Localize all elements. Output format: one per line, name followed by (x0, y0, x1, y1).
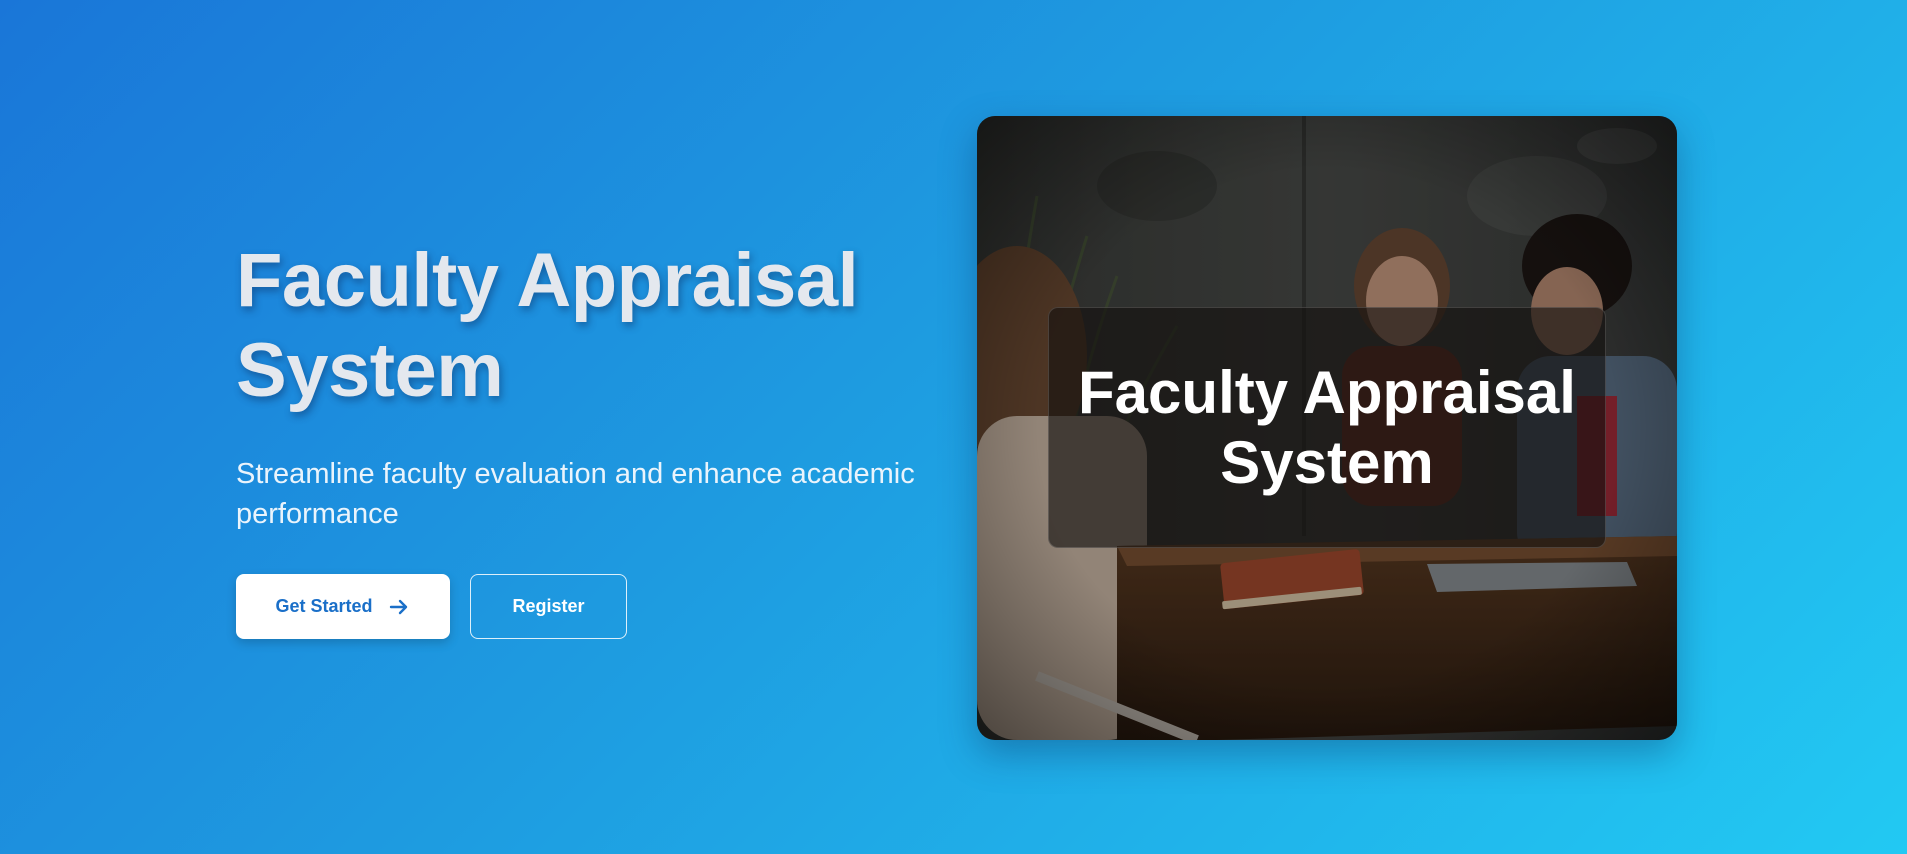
overlay-title-line1: Faculty Appraisal (1078, 358, 1576, 426)
hero-image-card: Faculty Appraisal System (977, 116, 1677, 740)
page-title-line2: System (236, 328, 504, 413)
overlay-title-line2: System (1220, 428, 1434, 496)
page-subtitle-line2: performance (236, 498, 399, 530)
overlay-title: Faculty Appraisal System (1078, 358, 1576, 498)
hero-buttons: Get Started Register (236, 574, 956, 639)
hero-section: Faculty Appraisal System Streamline facu… (236, 236, 956, 639)
page-subtitle-line1: Streamline faculty evaluation and enhanc… (236, 458, 915, 490)
page-subtitle: Streamline faculty evaluation and enhanc… (236, 454, 956, 534)
get-started-button[interactable]: Get Started (236, 574, 450, 639)
register-button[interactable]: Register (470, 574, 627, 639)
register-label: Register (512, 596, 585, 616)
get-started-label: Get Started (275, 596, 373, 616)
page-title-line1: Faculty Appraisal (236, 238, 859, 323)
arrow-right-icon (389, 599, 407, 614)
page-title: Faculty Appraisal System (236, 236, 956, 416)
overlay-title-panel: Faculty Appraisal System (1048, 307, 1606, 548)
